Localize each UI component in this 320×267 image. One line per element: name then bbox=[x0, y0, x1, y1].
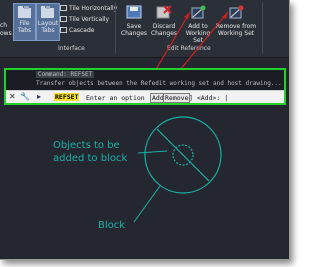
block-diagonal-line[interactable] bbox=[156, 128, 210, 182]
wrench-icon[interactable]: 🔧 bbox=[20, 92, 30, 101]
command-prompt-text: Enter an option [ bbox=[86, 94, 153, 102]
close-icon[interactable]: ✕ bbox=[9, 92, 16, 101]
command-history-line-2: Transfer objects between the Refedit wor… bbox=[36, 80, 282, 87]
autocad-window: ch ows File Tabs Layout Tabs Tile Horizo… bbox=[0, 0, 290, 260]
ribbon: ch ows File Tabs Layout Tabs Tile Horizo… bbox=[0, 0, 289, 89]
command-keyword: REFSET bbox=[54, 93, 80, 101]
annotation-objects-line-1: Objects to be bbox=[53, 140, 120, 151]
annotation-objects-line-2: added to block bbox=[53, 153, 128, 164]
command-line[interactable]: Command: REFSET Transfer objects between… bbox=[4, 68, 286, 105]
command-input-row[interactable]: ✕ 🔧 ▸ REFSET Enter an option [ Add Remov… bbox=[6, 90, 284, 103]
annotation-block: Block bbox=[98, 220, 126, 231]
command-prompt-end: ] <Add>: | bbox=[189, 94, 229, 102]
drawing-canvas[interactable] bbox=[0, 106, 289, 259]
command-prompt-icon[interactable]: ▸ bbox=[37, 92, 41, 101]
annotation-leader-objects bbox=[137, 150, 168, 154]
command-history-line: Command: REFSET bbox=[36, 71, 95, 78]
option-remove[interactable]: Remove bbox=[163, 93, 191, 103]
annotation-leader-block bbox=[133, 185, 161, 223]
